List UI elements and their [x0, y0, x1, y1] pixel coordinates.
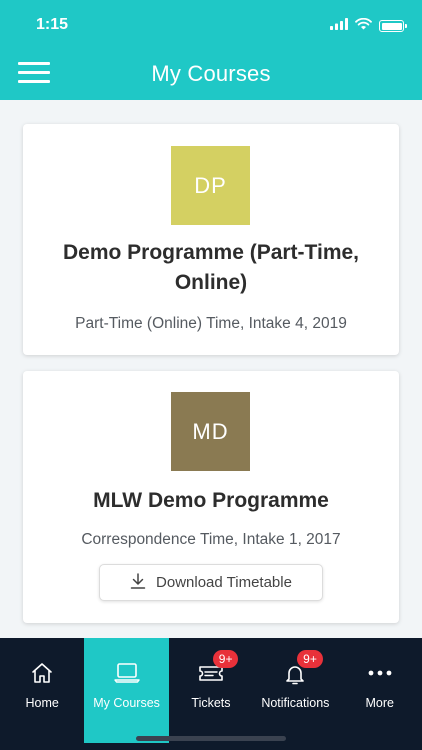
notifications-badge: 9+	[297, 650, 323, 668]
course-card[interactable]: DP Demo Programme (Part-Time, Online) Pa…	[23, 124, 399, 355]
tab-my-courses[interactable]: My Courses	[84, 638, 169, 743]
status-time: 1:15	[36, 16, 69, 33]
tab-more[interactable]: More	[338, 638, 422, 750]
battery-icon	[379, 20, 407, 32]
status-bar: 1:15	[0, 0, 422, 48]
tab-tickets[interactable]: 9+ Tickets	[169, 638, 253, 750]
tab-label: My Courses	[93, 696, 160, 710]
tab-label: Notifications	[261, 696, 330, 710]
tab-label: Home	[25, 696, 59, 710]
wifi-icon	[355, 17, 372, 35]
course-avatar: DP	[171, 146, 250, 225]
download-timetable-button[interactable]: Download Timetable	[99, 564, 323, 601]
course-subtitle: Part-Time (Online) Time, Intake 4, 2019	[75, 315, 347, 332]
laptop-icon	[113, 662, 141, 686]
tab-notifications[interactable]: 9+ Notifications	[253, 638, 337, 750]
more-dots-icon	[366, 662, 394, 686]
course-avatar: MD	[171, 392, 250, 471]
page-title: My Courses	[151, 61, 271, 86]
course-title: MLW Demo Programme	[93, 489, 329, 512]
tickets-badge: 9+	[212, 650, 239, 668]
course-card[interactable]: MD MLW Demo Programme Correspondence Tim…	[23, 371, 399, 623]
status-icons	[330, 17, 407, 35]
app-header: 1:15 My Courses	[0, 0, 422, 100]
tab-home[interactable]: Home	[0, 638, 84, 750]
course-title: Demo Programme (Part-Time, Online)	[62, 241, 360, 294]
course-subtitle: Correspondence Time, Intake 1, 2017	[81, 531, 341, 548]
tab-label: More	[365, 696, 394, 710]
tab-label: Tickets	[191, 696, 231, 710]
home-icon	[28, 662, 56, 686]
home-indicator	[136, 736, 286, 741]
signal-icon	[330, 17, 348, 35]
download-timetable-label: Download Timetable	[156, 574, 292, 591]
bottom-tab-bar: Home My Courses 9+ Tickets 9+ Notificati…	[0, 638, 422, 750]
download-icon	[130, 572, 146, 593]
